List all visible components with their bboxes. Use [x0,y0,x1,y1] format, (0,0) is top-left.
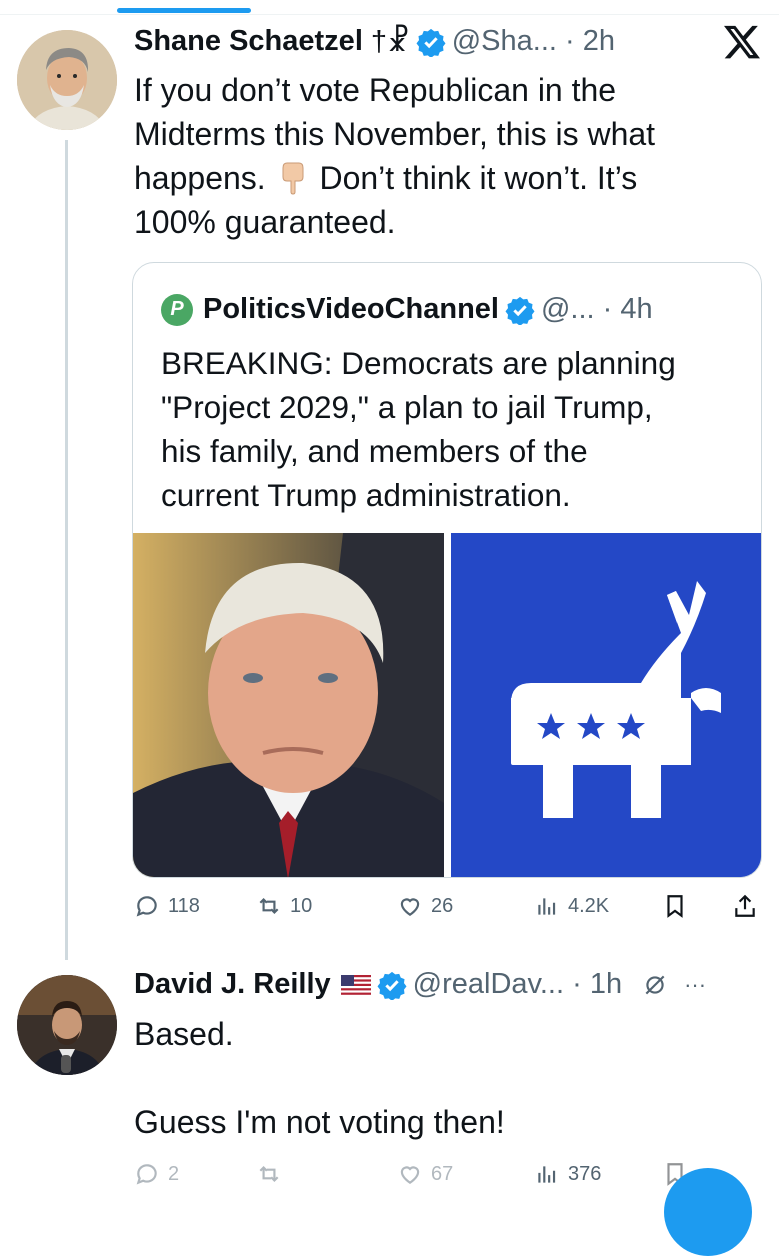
grok-icon[interactable] [642,972,668,998]
avatar-photo [17,975,117,1075]
tweet-text: If you don’t vote Republican in the Midt… [134,72,656,240]
us-flag-icon [340,974,371,995]
tweet-header: Shane Schaetzel †☧ @Sha... · 2h [134,25,615,58]
politics-video-channel-logo: P [161,293,193,326]
author-handle[interactable]: @realDav... [413,968,564,1001]
tweet-header: David J. Reilly @realDav... · 1h ··· [134,968,707,1001]
tweet-text: Based. Guess I'm not voting then! [134,1016,505,1140]
repost-button[interactable] [256,1161,290,1187]
compose-reply-button[interactable] [664,1168,752,1256]
tweet-time[interactable]: 1h [590,968,622,1001]
heart-icon [400,898,420,916]
x-logo-icon[interactable] [722,22,762,62]
share-icon [735,894,755,917]
author-symbols: †☧ [370,26,410,58]
thread-connector-line [65,140,68,960]
reply-icon [136,896,157,917]
quoted-tweet-card[interactable]: P PoliticsVideoChannel @... · 4h BREAKIN… [132,262,762,878]
bookmark-icon [667,895,683,918]
reply-icon [136,1164,157,1185]
analytics-icon [538,1166,556,1183]
pointing-down-hand-icon [282,162,304,195]
repost-button[interactable]: 10 [256,893,312,919]
quoted-tweet-header: P PoliticsVideoChannel @... · 4h [161,293,653,326]
author-name[interactable]: Shane Schaetzel [134,25,363,58]
heart-icon [400,1166,420,1184]
tweet-time[interactable]: 2h [583,25,615,58]
analytics-icon [538,898,556,915]
tweet-actions: 118 10 26 4.2K [134,893,764,933]
democratic-donkey-logo[interactable] [451,533,761,877]
quoted-author-handle[interactable]: @... [541,293,595,326]
repost-icon [259,1165,279,1183]
author-name[interactable]: David J. Reilly [134,968,331,1001]
author-avatar[interactable] [17,975,117,1075]
reply-button[interactable]: 2 [134,1161,179,1187]
active-tab-indicator [117,8,251,13]
bookmark-button[interactable] [662,893,696,919]
verified-badge-icon [377,971,407,1000]
verified-badge-icon [505,296,535,325]
like-button[interactable]: 26 [397,893,453,919]
avatar-illustration [17,30,117,130]
quoted-author-name[interactable]: PoliticsVideoChannel [203,293,499,326]
views-button[interactable]: 376 [534,1161,601,1187]
views-button[interactable]: 4.2K [534,893,609,919]
author-handle[interactable]: @Sha... [452,25,557,58]
repost-icon [259,897,279,915]
quoted-tweet-time[interactable]: 4h [620,293,652,326]
divider [0,14,779,15]
reply-button[interactable]: 118 [134,893,200,919]
quoted-tweet-text: BREAKING: Democrats are planning "Projec… [161,345,676,513]
more-options-icon[interactable]: ··· [684,972,706,998]
share-button[interactable] [732,893,766,919]
trump-photo[interactable] [133,533,444,877]
verified-badge-icon [416,28,446,57]
like-button[interactable]: 67 [397,1161,453,1187]
author-avatar[interactable] [17,30,117,130]
